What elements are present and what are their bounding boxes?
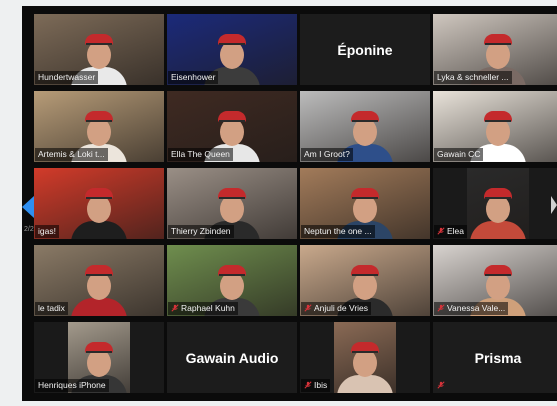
participant-name: Vanessa Vale... bbox=[447, 303, 506, 313]
participant-video bbox=[466, 168, 530, 239]
participant-tile[interactable]: Ella The Queen bbox=[167, 91, 297, 162]
participant-tile[interactable]: Neptun the one ... bbox=[300, 168, 430, 239]
participant-name-label: Vanessa Vale... bbox=[434, 302, 509, 315]
participant-display-name: Prisma bbox=[474, 349, 522, 366]
participant-name: Thierry Zbinden bbox=[171, 226, 231, 236]
participant-name: Hundertwasser bbox=[38, 72, 96, 82]
previous-page-arrow-icon[interactable] bbox=[22, 196, 34, 218]
participant-tile[interactable]: Elea bbox=[433, 168, 557, 239]
participant-name-label: Lyka & schneller ... bbox=[434, 71, 512, 84]
muted-mic-icon bbox=[304, 304, 312, 312]
participant-name: Ibis bbox=[314, 380, 328, 390]
muted-mic-icon bbox=[437, 381, 445, 389]
participant-tile[interactable]: Anjuli de Vries bbox=[300, 245, 430, 316]
participant-name-label: Am I Groot? bbox=[301, 148, 353, 161]
participant-name: le tadix bbox=[38, 303, 65, 313]
muted-mic-icon bbox=[437, 304, 445, 312]
participant-tile[interactable]: Gawain CC bbox=[433, 91, 557, 162]
participant-name: Gawain CC bbox=[437, 149, 481, 159]
page-indicator: 2/2 bbox=[24, 226, 34, 233]
participant-name: Anjuli de Vries bbox=[314, 303, 369, 313]
participant-tile[interactable]: Henriques iPhone bbox=[34, 322, 164, 393]
muted-mic-icon bbox=[304, 381, 312, 389]
participant-tile[interactable]: Am I Groot? bbox=[300, 91, 430, 162]
participant-name: Elea bbox=[447, 226, 465, 236]
participant-display-name: Éponine bbox=[337, 41, 393, 58]
participant-name: Ella The Queen bbox=[171, 149, 230, 159]
participant-name-label: Eisenhower bbox=[168, 71, 219, 84]
participant-name: Am I Groot? bbox=[304, 149, 350, 159]
participant-tile[interactable]: Éponine bbox=[300, 14, 430, 85]
participant-name: Neptun the one ... bbox=[304, 226, 372, 236]
participant-name-label: Ibis bbox=[301, 379, 331, 392]
participant-name: Eisenhower bbox=[171, 72, 216, 82]
participant-name-label: Elea bbox=[434, 225, 468, 238]
participant-tile[interactable]: Prisma bbox=[433, 322, 557, 393]
participant-tile[interactable]: Eisenhower bbox=[167, 14, 297, 85]
participant-tile[interactable]: Vanessa Vale... bbox=[433, 245, 557, 316]
participant-name-label: Artemis & Loki t... bbox=[35, 148, 108, 161]
participant-name-label: igas! bbox=[35, 225, 59, 238]
participant-name: igas! bbox=[38, 226, 56, 236]
participant-avatar bbox=[71, 265, 127, 316]
participant-tile[interactable]: Thierry Zbinden bbox=[167, 168, 297, 239]
participant-name-label: Neptun the one ... bbox=[301, 225, 375, 238]
participant-name-label: Ella The Queen bbox=[168, 148, 233, 161]
participant-tile[interactable]: Lyka & schneller ... bbox=[433, 14, 557, 85]
participant-name-label: Anjuli de Vries bbox=[301, 302, 372, 315]
muted-mic-icon bbox=[437, 227, 445, 235]
participant-name: Lyka & schneller ... bbox=[437, 72, 509, 82]
participant-name-label: Henriques iPhone bbox=[35, 379, 109, 392]
muted-mic-icon bbox=[171, 304, 179, 312]
participant-name-label: Gawain CC bbox=[434, 148, 484, 161]
participant-name: Raphael Kuhn bbox=[181, 303, 235, 313]
participant-tile[interactable]: Ibis bbox=[300, 322, 430, 393]
participant-tile[interactable]: Artemis & Loki t... bbox=[34, 91, 164, 162]
participant-tile[interactable]: igas! bbox=[34, 168, 164, 239]
participant-name-label: le tadix bbox=[35, 302, 68, 315]
participant-tile[interactable]: Raphael Kuhn bbox=[167, 245, 297, 316]
participant-grid: Hundertwasser Eisenhower Éponine Lyka & sch… bbox=[34, 14, 557, 393]
participant-display-name: Gawain Audio bbox=[185, 349, 279, 366]
participant-name: Henriques iPhone bbox=[38, 380, 106, 390]
participant-tile[interactable]: le tadix bbox=[34, 245, 164, 316]
participant-tile[interactable]: Gawain Audio bbox=[167, 322, 297, 393]
participant-name-label bbox=[434, 379, 450, 392]
participant-avatar bbox=[470, 188, 526, 239]
next-page-arrow-icon[interactable] bbox=[551, 196, 557, 214]
participant-name-label: Hundertwasser bbox=[35, 71, 99, 84]
participant-avatar bbox=[71, 188, 127, 239]
video-conference-window: Hundertwasser Eisenhower Éponine Lyka & sch… bbox=[22, 6, 557, 401]
participant-video bbox=[333, 322, 397, 393]
participant-name: Artemis & Loki t... bbox=[38, 149, 105, 159]
participant-name-label: Raphael Kuhn bbox=[168, 302, 238, 315]
participant-avatar bbox=[337, 342, 393, 393]
participant-name-label: Thierry Zbinden bbox=[168, 225, 234, 238]
participant-tile[interactable]: Hundertwasser bbox=[34, 14, 164, 85]
